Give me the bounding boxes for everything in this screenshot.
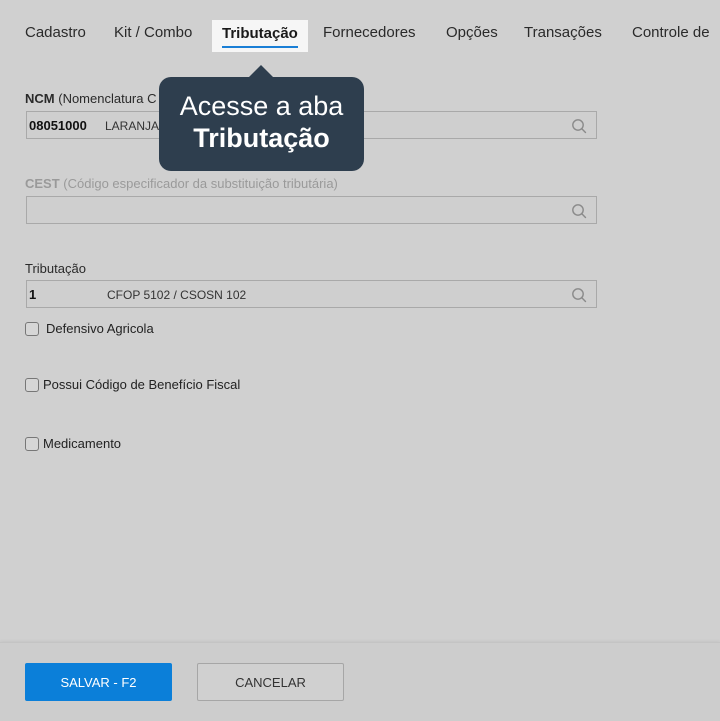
checkbox-label: Defensivo Agricola [46, 321, 154, 336]
ncm-description: LARANJA [105, 119, 160, 133]
footer-bar: SALVAR - F2 CANCELAR [0, 642, 720, 721]
checkbox-defensivo-agricola[interactable]: Defensivo Agricola [25, 321, 154, 336]
search-icon[interactable] [571, 203, 587, 219]
checkbox-beneficio-fiscal[interactable]: Possui Código de Benefício Fiscal [25, 377, 240, 392]
tab-bar: Cadastro Kit / Combo Tributação Forneced… [0, 0, 720, 68]
checkbox-medicamento[interactable]: Medicamento [25, 436, 121, 451]
tributacao-field[interactable]: 1 CFOP 5102 / CSOSN 102 [26, 280, 597, 308]
tributacao-code: 1 [29, 287, 37, 302]
tooltip-line1: Acesse a aba [179, 91, 344, 121]
tab-transacoes[interactable]: Transações [524, 24, 602, 41]
cancel-button[interactable]: CANCELAR [197, 663, 344, 701]
cest-label-strong: CEST [25, 176, 60, 191]
tab-tributacao-label: Tributação [222, 25, 298, 42]
tab-tributacao[interactable]: Tributação [212, 20, 308, 52]
tooltip-line2: Tributação [193, 123, 330, 153]
tab-opcoes[interactable]: Opções [446, 24, 498, 41]
tab-cadastro[interactable]: Cadastro [25, 24, 86, 41]
checkbox-box[interactable] [25, 436, 39, 451]
tab-fornecedores[interactable]: Fornecedores [323, 24, 416, 41]
checkbox-label: Medicamento [43, 436, 122, 451]
cest-label-rest: (Código especificador da substituição tr… [63, 176, 338, 191]
active-tab-indicator [222, 46, 298, 48]
save-button[interactable]: SALVAR - F2 [25, 663, 172, 701]
tributacao-description: CFOP 5102 / CSOSN 102 [107, 288, 247, 302]
search-icon[interactable] [571, 118, 587, 134]
tooltip-arrow [248, 65, 274, 78]
cest-field[interactable] [26, 196, 597, 224]
cest-label: CEST (Código especificador da substituiç… [25, 176, 338, 191]
tab-kit-combo[interactable]: Kit / Combo [114, 24, 192, 41]
checkbox-label: Possui Código de Benefício Fiscal [43, 377, 241, 392]
ncm-label: NCM (Nomenclatura C [25, 91, 157, 106]
search-icon[interactable] [571, 287, 587, 303]
tab-controle[interactable]: Controle de [632, 24, 710, 41]
tooltip-callout: Acesse a aba Tributação [159, 65, 364, 171]
ncm-label-strong: NCM [25, 91, 55, 106]
checkbox-box[interactable] [25, 321, 39, 336]
tributacao-label: Tributação [25, 261, 86, 276]
ncm-code: 08051000 [29, 118, 87, 133]
checkbox-box[interactable] [25, 377, 39, 392]
ncm-label-rest: (Nomenclatura C [58, 91, 157, 106]
